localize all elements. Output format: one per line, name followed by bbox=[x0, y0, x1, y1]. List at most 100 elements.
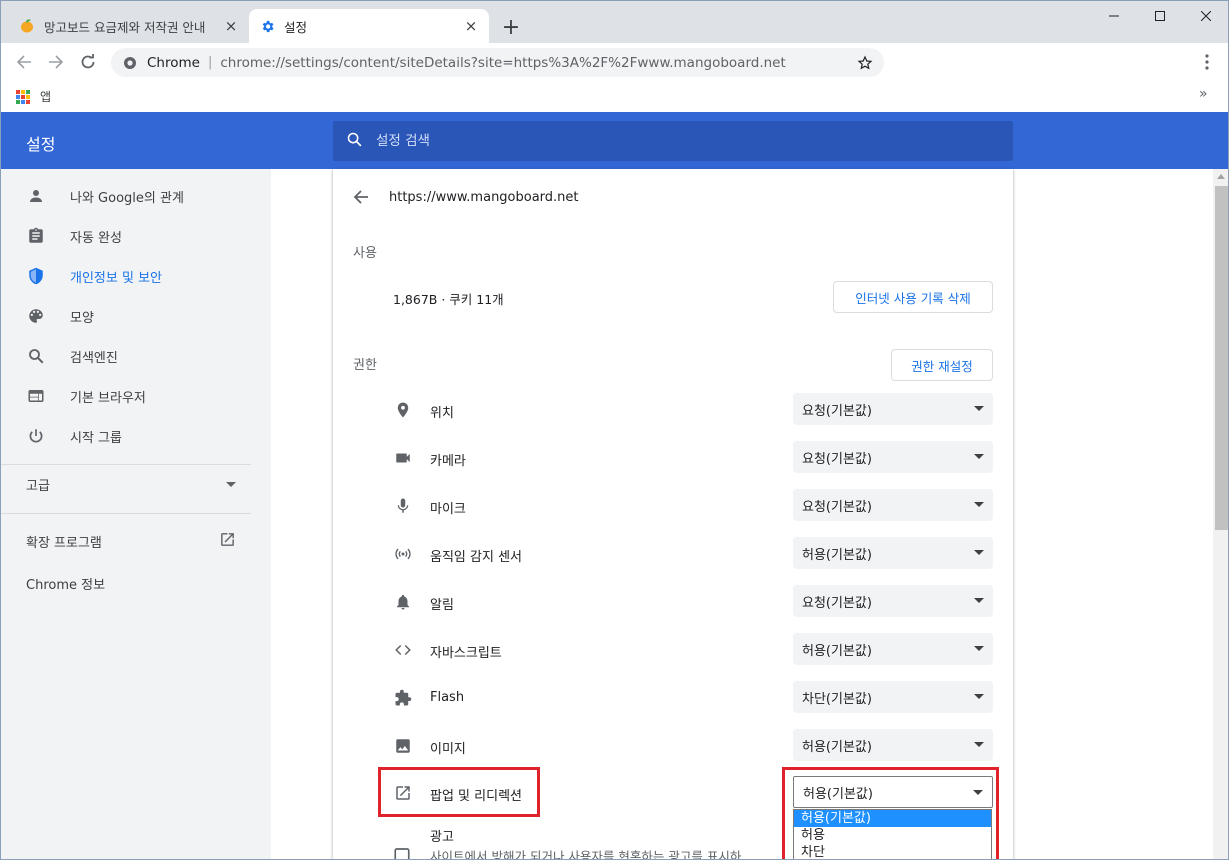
scrollbar-thumb[interactable] bbox=[1215, 186, 1228, 530]
ads-description: 사이트에서 방해가 되거나 사용자를 현혹하는 광고를 표시하 bbox=[430, 849, 742, 860]
permission-row-javascript: 자바스크립트 허용(기본값) bbox=[393, 633, 993, 667]
permission-row-location: 위치 요청(기본값) bbox=[393, 393, 993, 427]
mango-icon bbox=[19, 18, 35, 34]
puzzle-icon bbox=[393, 688, 413, 708]
permission-label: 자바스크립트 bbox=[430, 646, 502, 661]
ads-icon bbox=[393, 846, 413, 859]
reset-permissions-button[interactable]: 권한 재설정 bbox=[891, 349, 993, 381]
sidebar-divider bbox=[1, 464, 251, 465]
browser-icon bbox=[26, 386, 46, 406]
sidebar-item-privacy[interactable]: 개인정보 및 보안 bbox=[1, 256, 261, 296]
location-icon bbox=[393, 400, 413, 420]
permission-value: 요청(기본값) bbox=[802, 595, 872, 611]
sidebar-extensions-link[interactable]: 확장 프로그램 bbox=[26, 531, 236, 552]
sidebar-item-search-engine[interactable]: 검색엔진 bbox=[1, 336, 261, 376]
search-icon bbox=[26, 346, 46, 366]
new-tab-button[interactable]: + bbox=[499, 15, 523, 40]
sidebar-item-label: 나와 Google의 관계 bbox=[70, 190, 184, 206]
apps-label: 앱 bbox=[40, 90, 52, 104]
sidebar-item-default-browser[interactable]: 기본 브라우저 bbox=[1, 376, 261, 416]
permission-select[interactable]: 요청(기본값) bbox=[793, 441, 993, 473]
back-arrow-icon[interactable] bbox=[351, 187, 371, 207]
bookmark-bar: 앱 » bbox=[1, 81, 1228, 111]
reload-button[interactable] bbox=[76, 50, 100, 74]
scrollbar[interactable] bbox=[1213, 169, 1228, 859]
apps-shortcut[interactable]: 앱 bbox=[16, 88, 51, 105]
permission-label: 위치 bbox=[430, 406, 454, 421]
highlight-box-dropdown bbox=[782, 767, 999, 859]
permission-select[interactable]: 요청(기본값) bbox=[793, 585, 993, 617]
sidebar-advanced-label: 고급 bbox=[26, 479, 50, 494]
sidebar-about-chrome[interactable]: Chrome 정보 bbox=[26, 574, 105, 593]
search-input[interactable] bbox=[376, 133, 976, 149]
permission-label: 마이크 bbox=[430, 502, 466, 517]
back-button[interactable] bbox=[12, 50, 36, 74]
dropdown-caret-icon bbox=[974, 694, 984, 699]
gear-icon bbox=[259, 18, 275, 34]
permission-label: 움직임 감지 센서 bbox=[430, 550, 522, 565]
tab-title: 설정 bbox=[284, 19, 308, 35]
usage-section-label: 사용 bbox=[353, 246, 377, 261]
permission-select[interactable]: 허용(기본값) bbox=[793, 729, 993, 761]
permission-select[interactable]: 허용(기본값) bbox=[793, 537, 993, 569]
minimize-button[interactable] bbox=[1091, 1, 1137, 31]
dropdown-caret-icon bbox=[974, 502, 984, 507]
apps-grid-icon bbox=[16, 89, 30, 104]
permission-label: 카메라 bbox=[430, 454, 466, 469]
power-icon bbox=[26, 426, 46, 446]
permission-select[interactable]: 요청(기본값) bbox=[793, 393, 993, 425]
tab-title: 망고보드 요금제와 저작권 안내 bbox=[44, 19, 206, 35]
clear-data-button[interactable]: 인터넷 사용 기록 삭제 bbox=[833, 281, 993, 313]
chrome-icon bbox=[123, 56, 137, 70]
permissions-section-label: 권한 bbox=[353, 358, 377, 373]
tab-mangoboard[interactable]: 망고보드 요금제와 저작권 안내 × bbox=[9, 9, 249, 43]
dropdown-caret-icon bbox=[974, 598, 984, 603]
page-title: 설정 bbox=[26, 135, 56, 154]
browser-window: 망고보드 요금제와 저작권 안내 × 설정 × + Chrome | chrom… bbox=[0, 0, 1229, 860]
sensor-icon bbox=[393, 544, 413, 564]
site-details-panel: https://www.mangoboard.net 사용 1,867B · 쿠… bbox=[333, 169, 1013, 860]
address-bar[interactable]: Chrome | chrome://settings/content/siteD… bbox=[111, 48, 884, 77]
permission-select[interactable]: 요청(기본값) bbox=[793, 489, 993, 521]
url-scheme-label: Chrome bbox=[147, 54, 200, 71]
ads-title: 광고 bbox=[430, 830, 454, 845]
close-tab-icon[interactable]: × bbox=[463, 17, 479, 35]
sidebar-item-google[interactable]: 나와 Google의 관계 bbox=[1, 176, 261, 216]
permission-row-microphone: 마이크 요청(기본값) bbox=[393, 489, 993, 523]
close-tab-icon[interactable]: × bbox=[223, 17, 239, 35]
bookmark-star-icon[interactable] bbox=[856, 54, 874, 72]
sidebar-item-label: 자동 완성 bbox=[70, 230, 122, 246]
permission-value: 차단(기본값) bbox=[802, 691, 872, 707]
sidebar-advanced-toggle[interactable]: 고급 bbox=[26, 475, 236, 494]
sidebar: 나와 Google의 관계 자동 완성 개인정보 및 보안 모양 검색엔진 기본… bbox=[1, 169, 271, 859]
bookmarks-overflow-button[interactable]: » bbox=[1199, 86, 1208, 102]
toolbar: Chrome | chrome://settings/content/siteD… bbox=[1, 43, 1228, 81]
tab-settings[interactable]: 설정 × bbox=[249, 9, 489, 43]
dropdown-caret-icon bbox=[974, 646, 984, 651]
site-origin: https://www.mangoboard.net bbox=[389, 190, 579, 205]
permission-value: 허용(기본값) bbox=[802, 547, 872, 563]
close-window-button[interactable] bbox=[1183, 1, 1228, 31]
usage-text: 1,867B · 쿠키 11개 bbox=[393, 292, 504, 307]
permission-row-images: 이미지 허용(기본값) bbox=[393, 729, 993, 763]
permission-select[interactable]: 차단(기본값) bbox=[793, 681, 993, 713]
settings-search[interactable] bbox=[333, 121, 1013, 161]
permission-value: 허용(기본값) bbox=[802, 739, 872, 755]
person-icon bbox=[26, 186, 46, 206]
forward-button[interactable] bbox=[44, 50, 68, 74]
permission-value: 요청(기본값) bbox=[802, 403, 872, 419]
sidebar-item-appearance[interactable]: 모양 bbox=[1, 296, 261, 336]
permission-select[interactable]: 허용(기본값) bbox=[793, 633, 993, 665]
sidebar-item-autofill[interactable]: 자동 완성 bbox=[1, 216, 261, 256]
url-separator: | bbox=[207, 55, 213, 70]
settings-header: 설정 bbox=[1, 112, 1228, 169]
highlight-box-label bbox=[378, 767, 540, 817]
scroll-up-icon[interactable] bbox=[1217, 174, 1225, 179]
sidebar-divider bbox=[1, 513, 251, 514]
sidebar-extensions-label: 확장 프로그램 bbox=[26, 536, 102, 551]
maximize-button[interactable] bbox=[1137, 1, 1183, 31]
search-icon bbox=[346, 131, 363, 152]
menu-dots-icon[interactable] bbox=[1197, 50, 1217, 74]
permission-row-notifications: 알림 요청(기본값) bbox=[393, 585, 993, 619]
sidebar-item-startup[interactable]: 시작 그룹 bbox=[1, 416, 261, 456]
